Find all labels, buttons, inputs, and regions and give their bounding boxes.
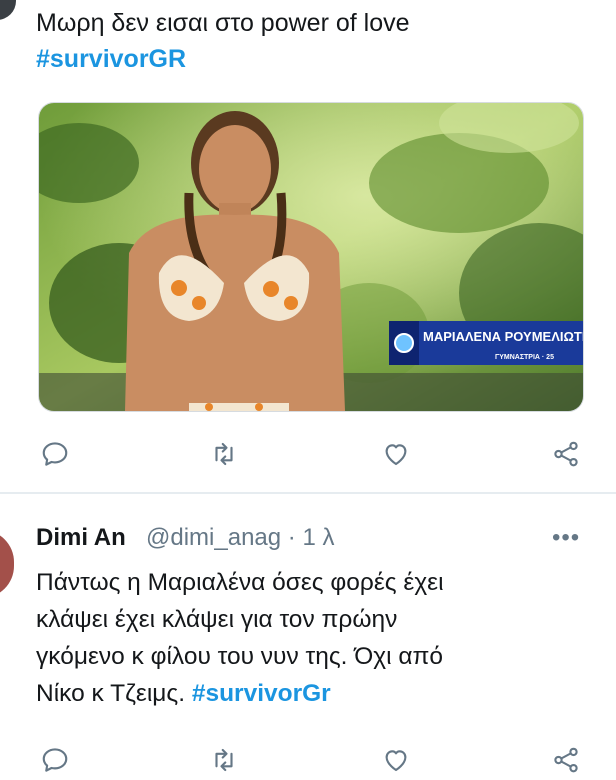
more-options-icon[interactable]: •••	[552, 522, 580, 554]
like-button[interactable]	[376, 740, 416, 780]
retweet-button[interactable]	[204, 434, 244, 474]
reply-button[interactable]	[35, 740, 75, 780]
author-handle[interactable]: @dimi_anag	[146, 524, 281, 551]
tweet-media-image[interactable]: ΜΑΡΙΑΛΕΝΑ ΡΟΥΜΕΛΙΩΤΗ ΓΥΜΝΑΣΤΡΙΑ · 25	[38, 102, 584, 412]
tweet-divider	[0, 492, 616, 494]
hashtag-link[interactable]: #survivorGR	[36, 42, 186, 76]
reply-icon	[42, 748, 68, 772]
retweet-button[interactable]	[204, 740, 244, 780]
like-icon	[385, 444, 407, 466]
tweet-timestamp[interactable]: · 1 λ	[288, 524, 335, 551]
retweet-icon	[215, 748, 233, 772]
share-icon	[554, 441, 578, 467]
share-icon	[554, 747, 578, 773]
avatar[interactable]	[0, 530, 14, 598]
caption-subtitle: ΓΥΜΝΑΣΤΡΙΑ · 25	[495, 354, 554, 361]
author-name[interactable]: Dimi An	[36, 522, 126, 554]
reply-icon	[42, 442, 68, 466]
author-handle-and-time[interactable]: @dimi_anag · 1 λ	[146, 522, 334, 554]
share-button[interactable]	[546, 740, 586, 780]
survivor-contestant-photo: ΜΑΡΙΑΛΕΝΑ ΡΟΥΜΕΛΙΩΤΗ ΓΥΜΝΑΣΤΡΙΑ · 25	[39, 103, 583, 411]
retweet-icon	[215, 442, 233, 466]
tweet-text: Μωρη δεν εισαι στο power of love	[36, 9, 410, 37]
reply-button[interactable]	[35, 434, 75, 474]
avatar[interactable]	[0, 0, 16, 20]
like-icon	[385, 750, 407, 772]
tweet-actions	[0, 434, 616, 474]
caption-name: ΜΑΡΙΑΛΕΝΑ ΡΟΥΜΕΛΙΩΤΗ	[423, 329, 583, 344]
share-button[interactable]	[546, 434, 586, 474]
tweet-actions	[0, 740, 616, 780]
hashtag-link[interactable]: #survivorGr	[192, 680, 331, 707]
tweet-text: Πάντως η Μαριαλένα όσες φορές έχει κλάψε…	[36, 564, 596, 712]
like-button[interactable]	[376, 434, 416, 474]
